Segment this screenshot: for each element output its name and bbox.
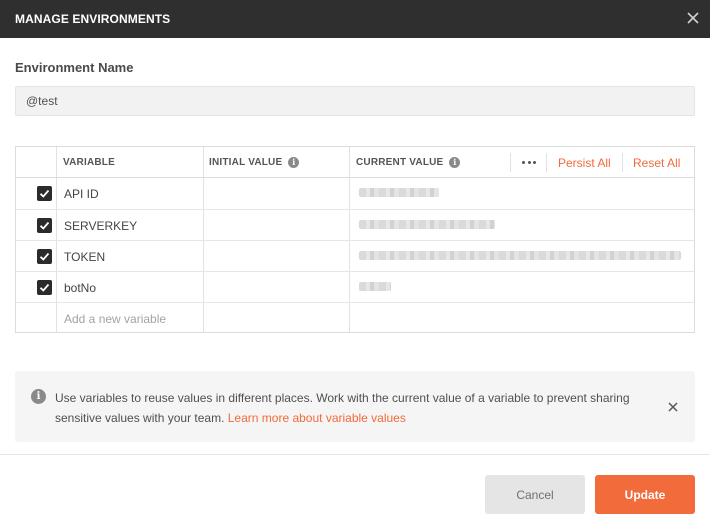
new-variable-row: Add a new variable [16,302,694,333]
reset-all-button[interactable]: Reset All [633,147,680,178]
header-variable-label: VARIABLE [63,157,115,168]
current-value-cell[interactable] [351,241,694,272]
header-separator [622,153,623,172]
update-button[interactable]: Update [595,475,695,514]
row-checkbox[interactable] [37,186,52,201]
variable-name[interactable]: TOKEN [64,241,105,272]
header-current-value: CURRENT VALUE i [356,147,461,178]
environment-name-input[interactable] [15,86,695,116]
info-icon[interactable]: i [449,157,461,168]
table-row: SERVERKEY [16,209,694,240]
cancel-button[interactable]: Cancel [485,475,585,514]
initial-value-cell[interactable] [205,178,350,209]
row-checkbox[interactable] [37,249,52,264]
variable-name[interactable]: SERVERKEY [64,210,137,241]
header-current-value-label: CURRENT VALUE [356,157,444,168]
dismiss-icon[interactable] [667,400,679,412]
table-header-row: VARIABLE INITIAL VALUE i CURRENT VALUE i… [16,147,694,178]
table-row: TOKEN [16,240,694,271]
header-variable: VARIABLE [63,147,115,178]
more-options-icon[interactable] [512,147,546,178]
learn-more-link[interactable]: Learn more about variable values [228,411,406,425]
redacted-value [359,220,495,229]
initial-value-cell[interactable] [205,272,350,303]
current-value-cell[interactable] [351,210,694,241]
redacted-value [359,251,681,260]
environment-name-label: Environment Name [15,60,134,75]
info-message: Use variables to reuse values in differe… [55,388,645,428]
table-row: API ID [16,178,694,209]
initial-value-cell[interactable] [205,210,350,241]
info-icon: i [31,389,46,404]
row-checkbox[interactable] [37,218,52,233]
header-initial-value: INITIAL VALUE i [209,147,300,178]
row-checkbox[interactable] [37,280,52,295]
redacted-value [359,188,439,197]
info-icon[interactable]: i [288,157,300,168]
footer-divider [0,454,710,455]
new-variable-input[interactable]: Add a new variable [64,303,166,334]
close-icon[interactable] [685,10,701,26]
header-initial-value-label: INITIAL VALUE [209,157,283,168]
info-banner: i Use variables to reuse values in diffe… [15,371,695,442]
variables-table: VARIABLE INITIAL VALUE i CURRENT VALUE i… [15,146,695,333]
persist-all-button[interactable]: Persist All [558,147,611,178]
dialog-titlebar: MANAGE ENVIRONMENTS [0,0,710,38]
header-separator [510,153,511,172]
initial-value-cell[interactable] [205,303,350,334]
variable-name[interactable]: botNo [64,272,96,303]
table-row: botNo [16,271,694,302]
current-value-cell[interactable] [351,303,694,334]
header-separator [546,153,547,172]
dialog-title: MANAGE ENVIRONMENTS [15,12,171,26]
redacted-value [359,282,391,291]
variable-name[interactable]: API ID [64,178,99,209]
current-value-cell[interactable] [351,272,694,303]
initial-value-cell[interactable] [205,241,350,272]
current-value-cell[interactable] [351,178,694,209]
